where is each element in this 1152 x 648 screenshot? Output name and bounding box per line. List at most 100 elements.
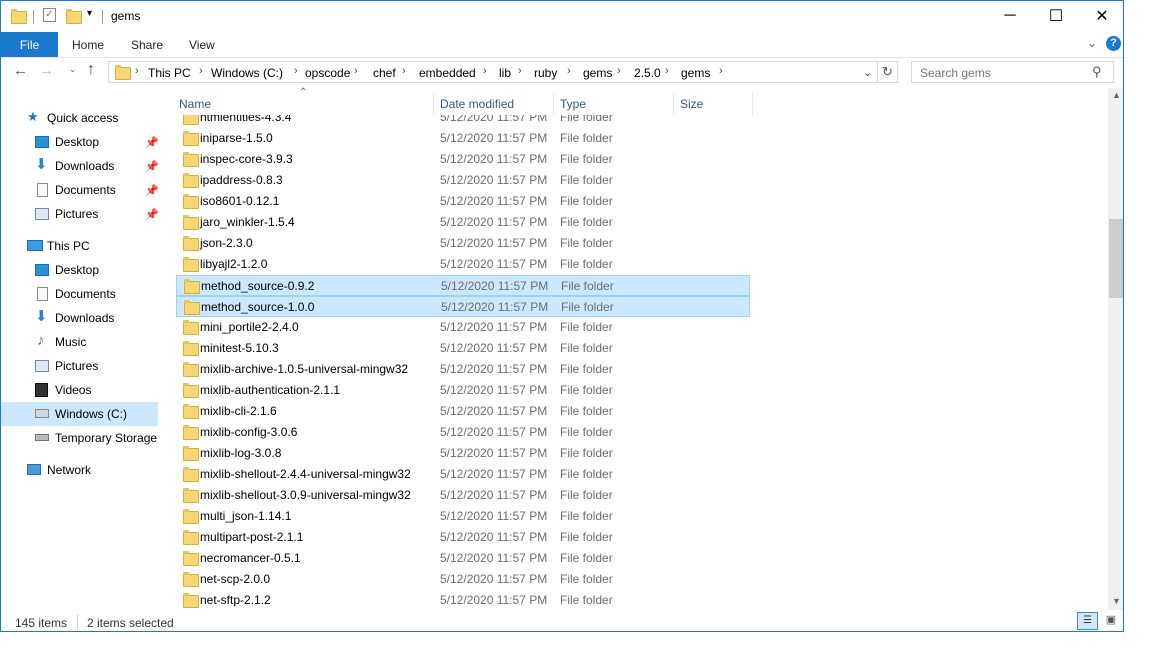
breadcrumb-this-pc[interactable]: This PC bbox=[148, 66, 191, 80]
table-row[interactable]: multipart-post-2.1.1 5/12/2020 11:57 PM Fi… bbox=[176, 527, 750, 548]
file-tab[interactable]: File bbox=[1, 32, 58, 57]
search-input[interactable] bbox=[918, 64, 1092, 82]
table-row[interactable]: multi_json-1.14.1 5/12/2020 11:57 PM File … bbox=[176, 506, 750, 527]
table-row[interactable]: mixlib-cli-2.1.6 5/12/2020 11:57 PM File f… bbox=[176, 401, 750, 422]
table-row[interactable]: ipaddress-0.8.3 5/12/2020 11:57 PM File fo… bbox=[176, 170, 750, 191]
new-folder-icon[interactable] bbox=[66, 9, 82, 24]
table-row[interactable]: htmlentities-4.3.4 5/12/2020 11:57 PM File… bbox=[176, 115, 750, 128]
tab-home[interactable]: Home bbox=[72, 32, 104, 57]
sidebar-item-documents[interactable]: Documents 📌 bbox=[1, 178, 159, 202]
address-bar[interactable]: › This PC › Windows (C:) › opscode › che… bbox=[108, 61, 898, 83]
sidebar-item-desktop[interactable]: Desktop 📌 bbox=[1, 130, 159, 154]
table-row[interactable]: minitest-5.10.3 5/12/2020 11:57 PM File fo… bbox=[176, 338, 750, 359]
sidebar-item-videos[interactable]: Videos bbox=[1, 378, 158, 402]
refresh-icon[interactable]: ↻ bbox=[882, 64, 893, 80]
table-row[interactable]: mini_portile2-2.4.0 5/12/2020 11:57 PM Fil… bbox=[176, 317, 750, 338]
table-row[interactable]: method_source-1.0.0 5/12/2020 11:57 PM Fil… bbox=[176, 296, 750, 317]
recent-locations-icon[interactable]: ⌄ bbox=[69, 64, 77, 75]
column-divider[interactable] bbox=[673, 93, 674, 115]
table-row[interactable]: iso8601-0.12.1 5/12/2020 11:57 PM File fol… bbox=[176, 191, 750, 212]
table-row[interactable]: json-2.3.0 5/12/2020 11:57 PM File folder bbox=[176, 233, 750, 254]
table-row[interactable]: iniparse-1.5.0 5/12/2020 11:57 PM File fol… bbox=[176, 128, 750, 149]
file-type: File folder bbox=[560, 236, 613, 250]
help-icon[interactable]: ? bbox=[1106, 36, 1121, 51]
column-name[interactable]: Name bbox=[179, 97, 211, 111]
pin-icon[interactable]: 📌 bbox=[145, 184, 159, 197]
table-row[interactable]: libyajl2-1.2.0 5/12/2020 11:57 PM File fol… bbox=[176, 254, 750, 275]
maximize-button[interactable]: ☐ bbox=[1033, 1, 1079, 31]
breadcrumb-chef[interactable]: chef bbox=[373, 66, 396, 80]
column-divider[interactable] bbox=[433, 93, 434, 115]
sidebar-item-pc-pictures[interactable]: Pictures bbox=[1, 354, 158, 378]
folder-icon bbox=[11, 9, 27, 24]
selection-count: 2 items selected bbox=[87, 616, 174, 630]
properties-icon[interactable]: ✓ bbox=[43, 8, 56, 22]
sidebar-item-temporary-storage[interactable]: Temporary Storage bbox=[1, 426, 158, 450]
scrollbar-thumb[interactable] bbox=[1109, 219, 1123, 298]
breadcrumb-ruby[interactable]: ruby bbox=[534, 66, 557, 80]
table-row[interactable]: method_source-0.9.2 5/12/2020 11:57 PM Fil… bbox=[176, 275, 750, 296]
breadcrumb-opscode[interactable]: opscode bbox=[305, 66, 350, 80]
table-row[interactable]: mixlib-log-3.0.8 5/12/2020 11:57 PM File f… bbox=[176, 443, 750, 464]
scroll-down-icon[interactable]: ▼ bbox=[1112, 596, 1121, 606]
sidebar-item-this-pc[interactable]: This PC bbox=[1, 234, 158, 258]
breadcrumb-gems-current[interactable]: gems bbox=[681, 66, 710, 80]
column-divider[interactable] bbox=[752, 93, 753, 115]
column-divider[interactable] bbox=[553, 93, 554, 115]
vertical-scrollbar[interactable]: ▲ ▼ bbox=[1108, 88, 1123, 610]
scroll-up-icon[interactable]: ▲ bbox=[1112, 90, 1121, 100]
search-box[interactable]: ⚲ bbox=[911, 61, 1114, 83]
forward-button[interactable]: → bbox=[39, 62, 54, 79]
file-date-modified: 5/12/2020 11:57 PM bbox=[440, 320, 548, 334]
file-type: File folder bbox=[560, 383, 613, 397]
sidebar-item-quick-access[interactable]: ★ Quick access bbox=[1, 106, 158, 130]
breadcrumb-2-5-0[interactable]: 2.5.0 bbox=[634, 66, 661, 80]
table-row[interactable]: net-sftp-2.1.2 5/12/2020 11:57 PM File fol… bbox=[176, 590, 750, 611]
up-button[interactable]: ↑ bbox=[87, 61, 95, 79]
sidebar-item-downloads[interactable]: ⬇ Downloads 📌 bbox=[1, 154, 159, 178]
sidebar-item-pictures[interactable]: Pictures 📌 bbox=[1, 202, 159, 226]
sidebar-item-pc-desktop[interactable]: Desktop bbox=[1, 258, 158, 282]
table-row[interactable]: net-scp-2.0.0 5/12/2020 11:57 PM File fold… bbox=[176, 569, 750, 590]
expand-ribbon-icon[interactable]: ⌄ bbox=[1087, 36, 1097, 50]
table-row[interactable]: jaro_winkler-1.5.4 5/12/2020 11:57 PM File… bbox=[176, 212, 750, 233]
breadcrumb-embedded[interactable]: embedded bbox=[419, 66, 476, 80]
table-row[interactable]: inspec-core-3.9.3 5/12/2020 11:57 PM File … bbox=[176, 149, 750, 170]
pin-icon[interactable]: 📌 bbox=[145, 160, 159, 173]
customize-qat-icon[interactable]: ▾ bbox=[87, 8, 92, 19]
large-icons-view-icon[interactable]: ▣ bbox=[1101, 612, 1121, 630]
address-dropdown-icon[interactable]: ⌄ bbox=[863, 66, 872, 79]
tab-view[interactable]: View bbox=[189, 32, 215, 57]
search-icon[interactable]: ⚲ bbox=[1092, 64, 1102, 80]
breadcrumb-windows-c[interactable]: Windows (C:) bbox=[211, 66, 283, 80]
table-row[interactable]: mixlib-authentication-2.1.1 5/12/2020 11:… bbox=[176, 380, 750, 401]
sidebar-item-pc-downloads[interactable]: ⬇ Downloads bbox=[1, 306, 158, 330]
table-row[interactable]: mixlib-archive-1.0.5-universal-mingw32 5/… bbox=[176, 359, 750, 380]
breadcrumb-separator: › bbox=[617, 65, 621, 77]
pin-icon[interactable]: 📌 bbox=[145, 208, 159, 221]
sidebar-item-pc-documents[interactable]: Documents bbox=[1, 282, 158, 306]
breadcrumb-separator: › bbox=[199, 65, 203, 77]
pin-icon[interactable]: 📌 bbox=[145, 136, 159, 149]
table-row[interactable]: necromancer-0.5.1 5/12/2020 11:57 PM File … bbox=[176, 548, 750, 569]
table-row[interactable]: mixlib-shellout-2.4.4-universal-mingw32 5… bbox=[176, 464, 750, 485]
sidebar-item-windows-c[interactable]: Windows (C:) bbox=[1, 402, 158, 426]
breadcrumb-lib[interactable]: lib bbox=[499, 66, 511, 80]
tab-share[interactable]: Share bbox=[131, 32, 163, 57]
sidebar-item-network[interactable]: Network bbox=[1, 458, 158, 482]
sidebar-item-music[interactable]: ♪ Music bbox=[1, 330, 158, 354]
table-row[interactable]: mixlib-config-3.0.6 5/12/2020 11:57 PM Fil… bbox=[176, 422, 750, 443]
file-date-modified: 5/12/2020 11:57 PM bbox=[440, 152, 548, 166]
file-date-modified: 5/12/2020 11:57 PM bbox=[440, 215, 548, 229]
table-row[interactable]: mixlib-shellout-3.0.9-universal-mingw32 5… bbox=[176, 485, 750, 506]
minimize-button[interactable]: ─ bbox=[987, 1, 1033, 31]
details-view-icon[interactable]: ☰ bbox=[1077, 612, 1098, 630]
column-size[interactable]: Size bbox=[680, 97, 703, 111]
breadcrumb-gems[interactable]: gems bbox=[583, 66, 612, 80]
back-button[interactable]: ← bbox=[13, 62, 28, 79]
column-date-modified[interactable]: Date modified bbox=[440, 97, 514, 111]
column-type[interactable]: Type bbox=[560, 97, 586, 111]
breadcrumb-separator: › bbox=[719, 65, 723, 77]
network-icon bbox=[27, 464, 41, 475]
close-button[interactable]: ✕ bbox=[1079, 1, 1123, 31]
